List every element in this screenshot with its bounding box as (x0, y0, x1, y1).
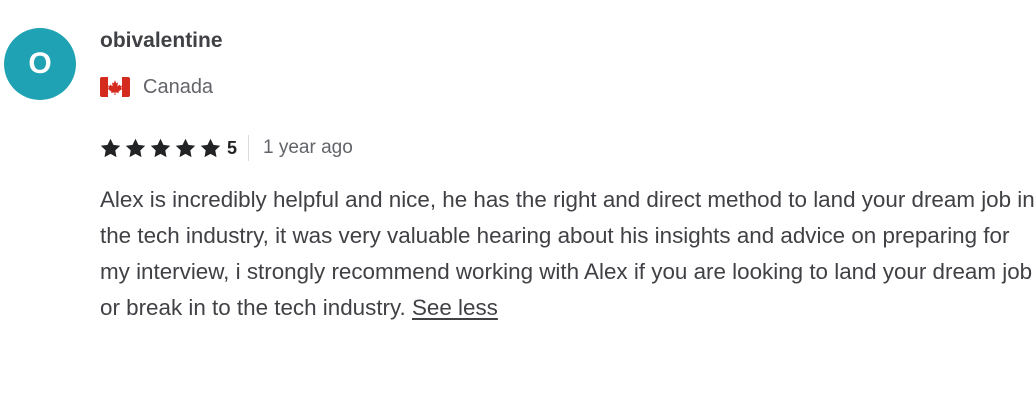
star-icon (150, 138, 171, 158)
avatar-initial: O (28, 47, 52, 80)
review-card: O obivalentine Canada 5 1 year ago Alex … (0, 0, 1035, 415)
reviewer-country: Canada (100, 73, 213, 101)
canada-flag-icon (100, 77, 130, 97)
star-rating (100, 138, 225, 158)
avatar[interactable]: O (4, 28, 76, 100)
country-name: Canada (143, 75, 214, 98)
rating-value: 5 (227, 137, 238, 158)
star-icon (175, 138, 196, 158)
see-less-link[interactable]: See less (412, 295, 498, 320)
star-icon (100, 138, 121, 158)
reviewer-username[interactable]: obivalentine (100, 29, 223, 53)
review-text: Alex is incredibly helpful and nice, he … (100, 187, 1035, 320)
star-icon (125, 138, 146, 158)
rating-row: 5 1 year ago (100, 135, 353, 161)
review-time-ago: 1 year ago (263, 137, 353, 158)
star-icon (200, 138, 221, 158)
review-body: Alex is incredibly helpful and nice, he … (100, 182, 1035, 326)
divider (248, 135, 250, 161)
